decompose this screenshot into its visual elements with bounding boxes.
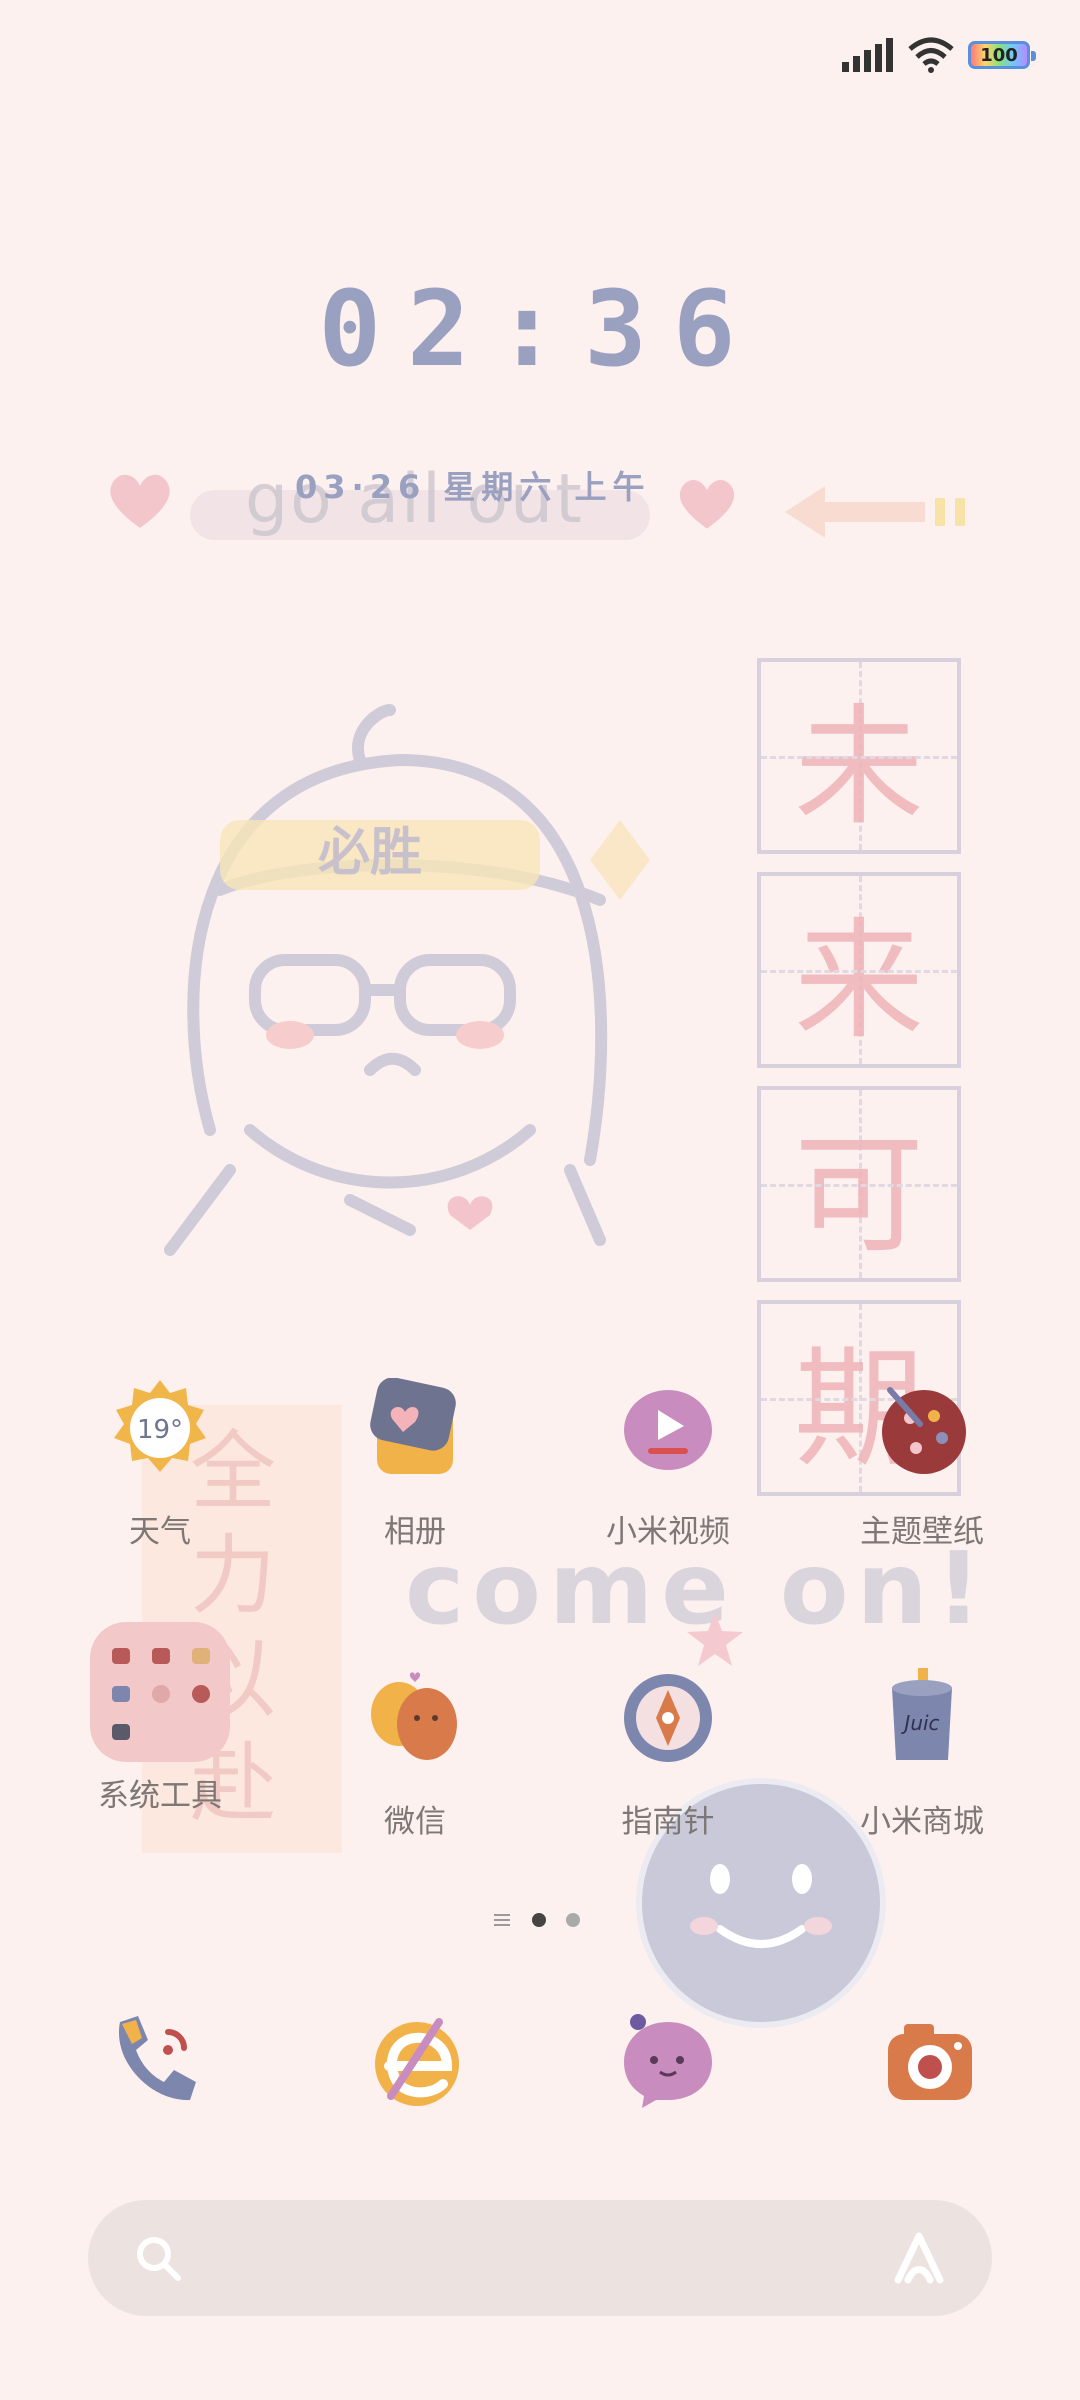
video-play-icon bbox=[618, 1378, 718, 1478]
star-decoration-icon bbox=[687, 1612, 743, 1666]
char-box-1: 未 bbox=[757, 658, 961, 854]
browser-icon bbox=[375, 2018, 459, 2106]
app-weather[interactable]: 19° 天气 bbox=[60, 1378, 260, 1551]
search-bar[interactable] bbox=[88, 2200, 992, 2316]
dock-camera[interactable] bbox=[880, 2010, 980, 2110]
app-label: 指南针 bbox=[621, 1804, 715, 1840]
char-box-2: 来 bbox=[757, 872, 961, 1068]
app-label: 微信 bbox=[384, 1804, 446, 1840]
app-wechat[interactable]: 微信 bbox=[315, 1668, 515, 1841]
clock-time: 02:36 bbox=[318, 268, 762, 390]
char-box-text: 未 bbox=[793, 691, 924, 843]
doodle-girl-illustration: 必胜 bbox=[164, 704, 650, 1256]
compass-icon bbox=[618, 1668, 718, 1768]
weather-temp: 19° bbox=[137, 1415, 183, 1445]
search-icon bbox=[137, 2237, 181, 2281]
page-dot-active bbox=[532, 1913, 546, 1927]
mi-store-icon: Juic bbox=[872, 1668, 972, 1768]
heart-decoration-icon bbox=[679, 480, 735, 529]
char-box-text: 可 bbox=[793, 1119, 924, 1271]
headband-text: 必胜 bbox=[318, 823, 422, 883]
wifi-icon bbox=[908, 37, 954, 73]
list-view-icon bbox=[494, 1914, 510, 1926]
char-box-text: 来 bbox=[793, 905, 924, 1057]
char-box-3: 可 bbox=[757, 1086, 961, 1282]
heart-decoration-icon bbox=[110, 474, 170, 528]
camera-icon bbox=[888, 2024, 972, 2100]
app-label: 天气 bbox=[129, 1514, 191, 1550]
arrow-decoration-icon bbox=[785, 486, 965, 538]
weather-sun-icon: 19° bbox=[110, 1378, 210, 1478]
folder-icon bbox=[90, 1622, 230, 1762]
messages-icon bbox=[624, 2014, 712, 2108]
dock-messages[interactable] bbox=[618, 2010, 718, 2110]
battery-indicator: 100 bbox=[968, 41, 1036, 69]
status-bar: 100 bbox=[842, 30, 1036, 80]
page-dot bbox=[566, 1913, 580, 1927]
app-folder-system-tools[interactable]: 系统工具 bbox=[60, 1622, 260, 1815]
page-indicator[interactable] bbox=[492, 1912, 580, 1928]
app-label: 小米商城 bbox=[860, 1804, 984, 1840]
app-mi-video[interactable]: 小米视频 bbox=[568, 1378, 768, 1551]
clock-date: 03·26 星期六 上午 bbox=[295, 468, 651, 506]
app-label: 系统工具 bbox=[98, 1778, 222, 1814]
dock-phone[interactable] bbox=[102, 2010, 202, 2110]
wechat-icon bbox=[365, 1668, 465, 1768]
app-compass[interactable]: 指南针 bbox=[568, 1668, 768, 1841]
app-mi-store[interactable]: Juic 小米商城 bbox=[822, 1668, 1022, 1841]
phone-icon bbox=[118, 2016, 196, 2101]
juice-label: Juic bbox=[900, 1711, 939, 1735]
gallery-icon bbox=[365, 1377, 465, 1478]
signal-icon bbox=[842, 38, 893, 72]
app-label: 小米视频 bbox=[606, 1514, 730, 1550]
app-label: 相册 bbox=[384, 1514, 446, 1550]
dock-browser[interactable] bbox=[365, 2010, 465, 2110]
app-label: 主题壁纸 bbox=[860, 1514, 984, 1550]
battery-level: 100 bbox=[980, 44, 1018, 66]
ai-assistant-icon[interactable] bbox=[890, 2230, 948, 2286]
app-themes[interactable]: 主题壁纸 bbox=[822, 1378, 1022, 1551]
app-gallery[interactable]: 相册 bbox=[315, 1377, 515, 1551]
theme-palette-icon bbox=[872, 1378, 972, 1478]
